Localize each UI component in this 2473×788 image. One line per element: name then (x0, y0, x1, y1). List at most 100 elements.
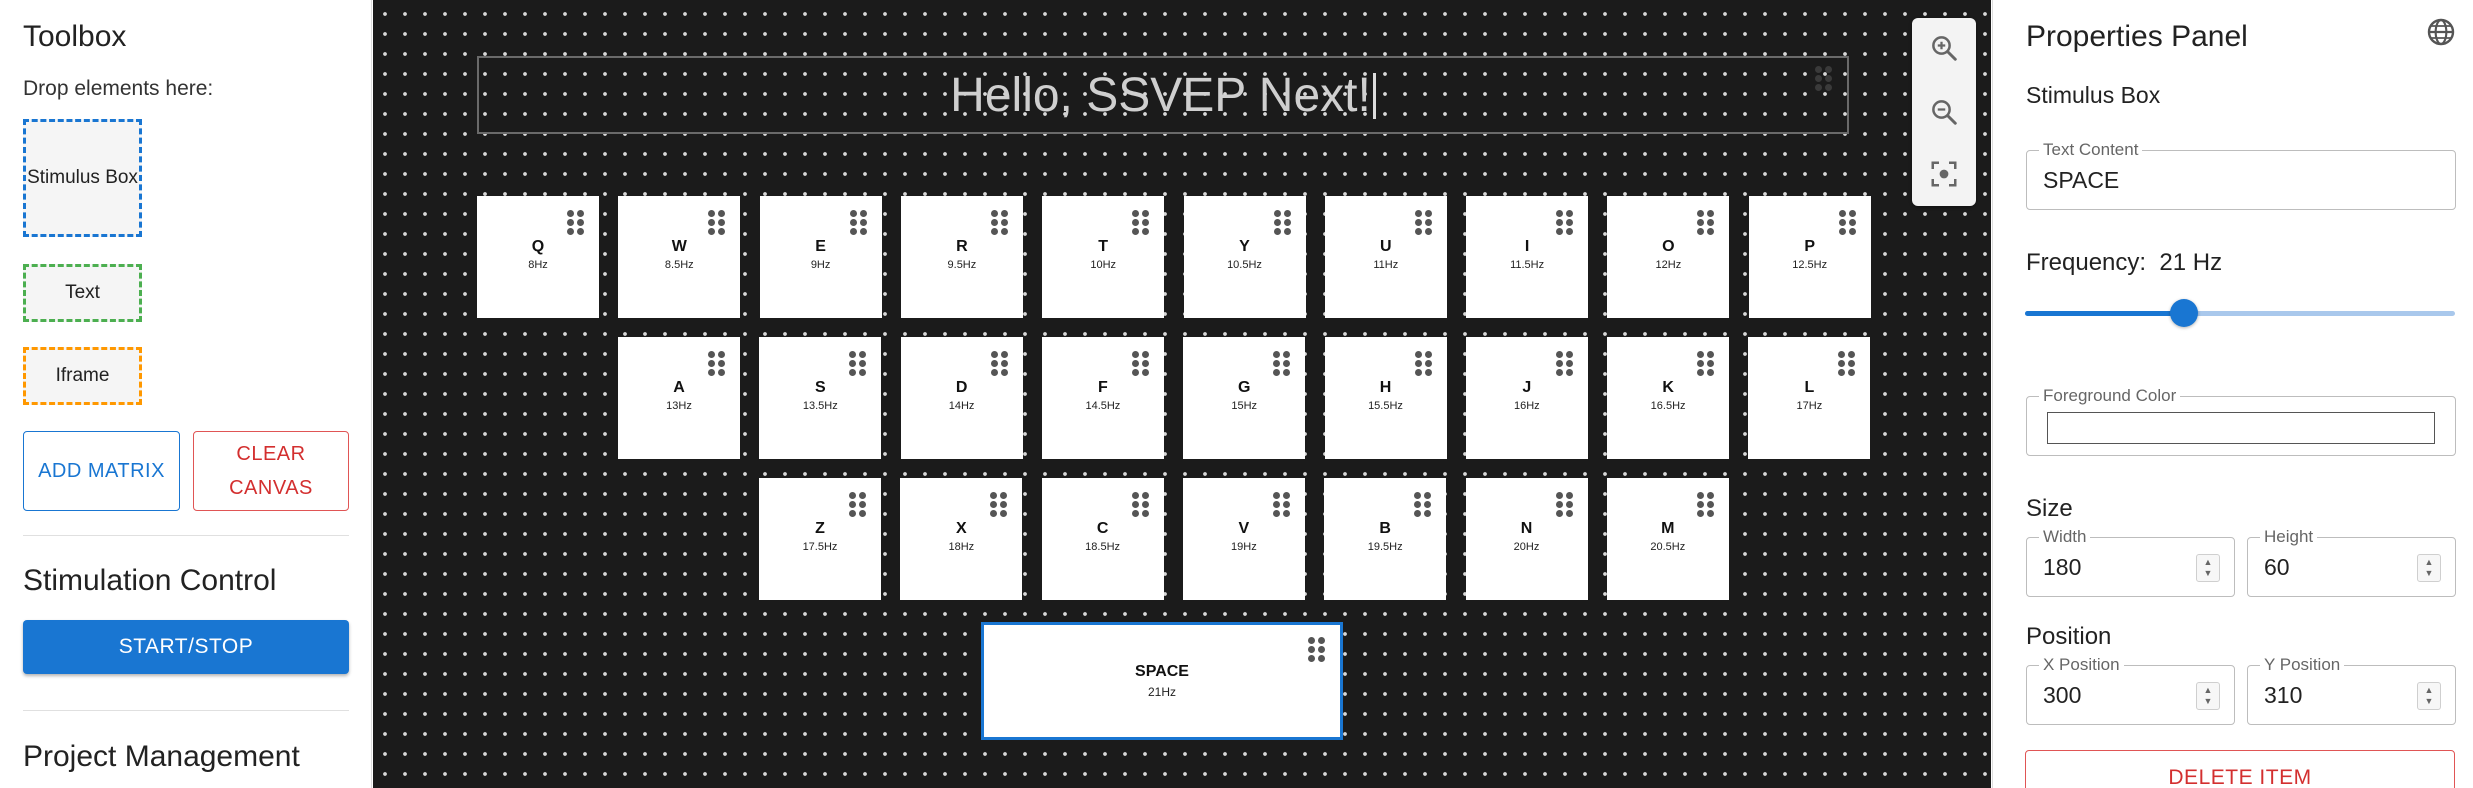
stimulus-box-k[interactable]: K 16.5Hz (1607, 337, 1730, 459)
globe-icon[interactable] (2425, 16, 2457, 53)
drag-handle-icon[interactable] (1838, 210, 1857, 236)
stimulus-box-w[interactable]: W 8.5Hz (618, 196, 741, 318)
drag-handle-icon[interactable] (708, 210, 726, 236)
fit-screen-icon[interactable] (1922, 152, 1966, 196)
stimulus-box-v[interactable]: V 19Hz (1182, 478, 1305, 600)
x-position-value[interactable]: 300 (2043, 682, 2081, 709)
stimulus-box-t[interactable]: T 10Hz (1042, 196, 1165, 318)
start-stop-button[interactable]: START/STOP (23, 620, 349, 674)
width-spinner[interactable]: ▲ ▼ (2196, 554, 2220, 582)
drag-handle-icon[interactable] (1273, 351, 1291, 377)
drag-handle-icon[interactable] (849, 210, 868, 236)
toolbox-item-text[interactable]: Text (23, 264, 142, 322)
drag-handle-icon[interactable] (1838, 351, 1856, 377)
stimulus-box-s[interactable]: S 13.5Hz (759, 337, 882, 459)
drag-handle-icon[interactable] (849, 351, 867, 377)
drop-hint: Drop elements here: (23, 77, 214, 100)
stimulus-label: O (1662, 238, 1675, 255)
drag-handle-icon[interactable] (708, 351, 726, 377)
stimulus-box-o[interactable]: O 12Hz (1607, 196, 1730, 318)
drag-handle-icon[interactable] (1272, 492, 1291, 518)
stimulus-box-b[interactable]: B 19.5Hz (1324, 478, 1447, 600)
y-position-value[interactable]: 310 (2264, 682, 2302, 709)
stimulus-frequency: 18Hz (948, 541, 975, 553)
drag-handle-icon[interactable] (1697, 210, 1715, 236)
drag-handle-icon[interactable] (1815, 66, 1833, 92)
text-content-field[interactable]: Text Content SPACE (2026, 140, 2456, 210)
y-position-spinner[interactable]: ▲ ▼ (2417, 682, 2441, 710)
stimulus-box-j[interactable]: J 16Hz (1465, 337, 1588, 459)
drag-handle-icon[interactable] (1555, 492, 1574, 518)
stimulus-frequency: 8Hz (528, 259, 548, 271)
stimulus-box-y[interactable]: Y 10.5Hz (1183, 196, 1306, 318)
toolbox-item-iframe[interactable]: Iframe (23, 347, 142, 405)
drag-handle-icon[interactable] (849, 492, 867, 518)
x-position-field[interactable]: X Position 300 ▲ ▼ (2026, 655, 2235, 725)
drag-handle-icon[interactable] (1414, 351, 1433, 377)
stimulus-box-i[interactable]: I 11.5Hz (1466, 196, 1589, 318)
stimulus-frequency: 13Hz (666, 400, 692, 412)
stimulus-box-r[interactable]: R 9.5Hz (900, 196, 1023, 318)
stimulus-frequency: 19.5Hz (1367, 541, 1403, 553)
stimulus-box-e[interactable]: E 9Hz (759, 196, 882, 318)
frequency-slider-thumb[interactable] (2170, 299, 2199, 327)
stimulus-box-l[interactable]: L 17Hz (1748, 337, 1871, 459)
drag-handle-icon[interactable] (1131, 351, 1150, 377)
stimulus-box-c[interactable]: C 18.5Hz (1041, 478, 1164, 600)
stimulus-frequency: 15Hz (1231, 400, 1258, 412)
stimulus-box-u[interactable]: U 11Hz (1324, 196, 1447, 318)
drag-handle-icon[interactable] (990, 492, 1008, 518)
stimulus-box-h[interactable]: H 15.5Hz (1324, 337, 1447, 459)
design-canvas[interactable]: Hello, SSVEP Next! Q 8Hz W 8.5Hz E 9Hz R 9.5Hz T… (373, 0, 1991, 788)
stimulus-box-g[interactable]: G 15Hz (1183, 337, 1306, 459)
drag-handle-icon[interactable] (567, 210, 585, 236)
stimulus-frequency: 11Hz (1373, 259, 1399, 271)
zoom-out-icon[interactable] (1922, 90, 1966, 134)
drag-handle-icon[interactable] (1308, 637, 1326, 663)
width-value[interactable]: 180 (2043, 554, 2081, 581)
drag-handle-icon[interactable] (1273, 210, 1292, 236)
stimulus-label: G (1237, 379, 1251, 396)
foreground-color-field[interactable]: Foreground Color (2026, 386, 2456, 456)
stimulus-box-p[interactable]: P 12.5Hz (1748, 196, 1871, 318)
x-position-spinner[interactable]: ▲ ▼ (2196, 682, 2220, 710)
banner-text[interactable]: Hello, SSVEP Next! (950, 68, 1376, 123)
text-content-value[interactable]: SPACE (2043, 167, 2119, 194)
frequency-slider[interactable] (2025, 299, 2455, 327)
stimulus-frequency: 16Hz (1513, 400, 1540, 412)
height-value[interactable]: 60 (2264, 554, 2290, 581)
drag-handle-icon[interactable] (1414, 492, 1432, 518)
stimulus-box-a[interactable]: A 13Hz (618, 337, 740, 459)
clear-canvas-button[interactable]: CLEAR CANVAS (193, 431, 349, 511)
stimulus-box-x[interactable]: X 18Hz (900, 478, 1023, 600)
add-matrix-button[interactable]: ADD MATRIX (23, 431, 180, 511)
width-field[interactable]: Width 180 ▲ ▼ (2026, 527, 2235, 597)
toolbox-item-stimulus-box[interactable]: Stimulus Box (23, 119, 142, 237)
drag-handle-icon[interactable] (1131, 492, 1150, 518)
drag-handle-icon[interactable] (1555, 351, 1574, 377)
stimulus-box-f[interactable]: F 14.5Hz (1041, 337, 1164, 459)
text-element[interactable]: Hello, SSVEP Next! (477, 56, 1849, 134)
stimulus-box-d[interactable]: D 14Hz (900, 337, 1023, 459)
zoom-in-icon[interactable] (1922, 26, 1966, 70)
stimulus-box-q[interactable]: Q 8Hz (477, 196, 599, 318)
stimulus-box-n[interactable]: N 20Hz (1465, 478, 1588, 600)
height-spinner[interactable]: ▲ ▼ (2417, 554, 2441, 582)
stimulus-label: N (1520, 520, 1533, 537)
drag-handle-icon[interactable] (1132, 210, 1150, 236)
drag-handle-icon[interactable] (1556, 210, 1574, 236)
stimulus-label: A (673, 379, 685, 396)
frequency-slider-fill (2025, 311, 2185, 316)
drag-handle-icon[interactable] (1696, 492, 1715, 518)
drag-handle-icon[interactable] (990, 351, 1009, 377)
color-swatch[interactable] (2047, 412, 2435, 444)
height-field[interactable]: Height 60 ▲ ▼ (2247, 527, 2456, 597)
stimulus-box-z[interactable]: Z 17.5Hz (759, 478, 881, 600)
drag-handle-icon[interactable] (990, 210, 1009, 236)
y-position-field[interactable]: Y Position 310 ▲ ▼ (2247, 655, 2456, 725)
delete-item-button[interactable]: DELETE ITEM (2025, 750, 2455, 788)
drag-handle-icon[interactable] (1414, 210, 1433, 236)
stimulus-box-space[interactable]: SPACE 21Hz (981, 622, 1343, 740)
stimulus-box-m[interactable]: M 20.5Hz (1606, 478, 1729, 600)
drag-handle-icon[interactable] (1697, 351, 1715, 377)
